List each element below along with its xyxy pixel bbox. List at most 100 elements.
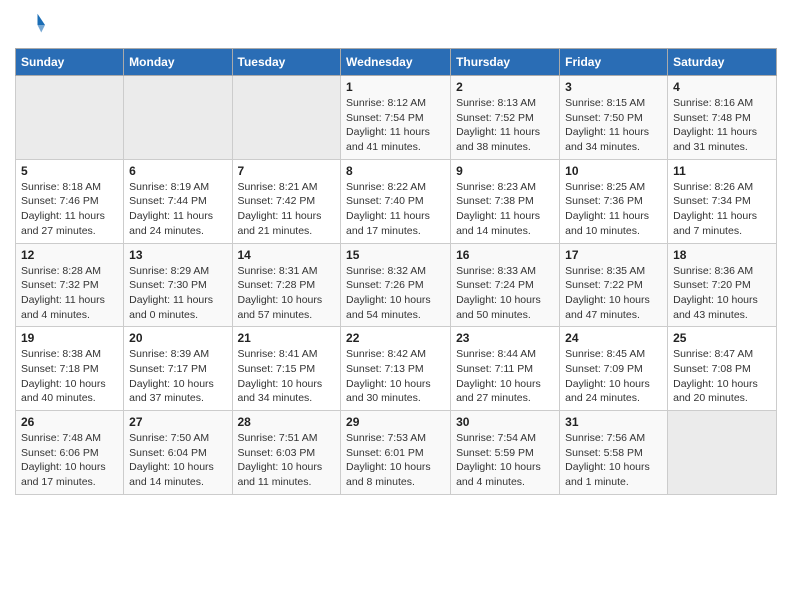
day-number: 10 bbox=[565, 164, 662, 178]
day-info: Sunrise: 7:50 AM Sunset: 6:04 PM Dayligh… bbox=[129, 431, 226, 490]
day-number: 1 bbox=[346, 80, 445, 94]
day-number: 26 bbox=[21, 415, 118, 429]
calendar-cell: 6Sunrise: 8:19 AM Sunset: 7:44 PM Daylig… bbox=[124, 159, 232, 243]
day-number: 21 bbox=[238, 331, 336, 345]
day-info: Sunrise: 8:32 AM Sunset: 7:26 PM Dayligh… bbox=[346, 264, 445, 323]
day-number: 28 bbox=[238, 415, 336, 429]
calendar-cell bbox=[232, 76, 341, 160]
day-of-week-header: Sunday bbox=[16, 49, 124, 76]
day-info: Sunrise: 8:36 AM Sunset: 7:20 PM Dayligh… bbox=[673, 264, 771, 323]
calendar-cell: 28Sunrise: 7:51 AM Sunset: 6:03 PM Dayli… bbox=[232, 411, 341, 495]
logo-icon bbox=[15, 10, 45, 40]
day-number: 11 bbox=[673, 164, 771, 178]
day-number: 8 bbox=[346, 164, 445, 178]
day-number: 2 bbox=[456, 80, 554, 94]
day-info: Sunrise: 8:41 AM Sunset: 7:15 PM Dayligh… bbox=[238, 347, 336, 406]
day-info: Sunrise: 8:18 AM Sunset: 7:46 PM Dayligh… bbox=[21, 180, 118, 239]
day-number: 18 bbox=[673, 248, 771, 262]
day-info: Sunrise: 8:22 AM Sunset: 7:40 PM Dayligh… bbox=[346, 180, 445, 239]
calendar-cell: 18 Sunrise: 8:36 AM Sunset: 7:20 PM Dayli… bbox=[668, 243, 777, 327]
day-info: Sunrise: 8:28 AM Sunset: 7:32 PM Dayligh… bbox=[21, 264, 118, 323]
day-info: Sunrise: 8:19 AM Sunset: 7:44 PM Dayligh… bbox=[129, 180, 226, 239]
day-info: Sunrise: 8:21 AM Sunset: 7:42 PM Dayligh… bbox=[238, 180, 336, 239]
day-of-week-header: Friday bbox=[560, 49, 668, 76]
calendar-cell: 25Sunrise: 8:47 AM Sunset: 7:08 PM Dayli… bbox=[668, 327, 777, 411]
calendar-cell: 3 Sunrise: 8:15 AM Sunset: 7:50 PM Daylig… bbox=[560, 76, 668, 160]
calendar-table: SundayMondayTuesdayWednesdayThursdayFrid… bbox=[15, 48, 777, 495]
day-number: 30 bbox=[456, 415, 554, 429]
calendar-cell: 26 Sunrise: 7:48 AM Sunset: 6:06 PM Dayli… bbox=[16, 411, 124, 495]
day-of-week-header: Tuesday bbox=[232, 49, 341, 76]
logo bbox=[15, 10, 49, 40]
day-number: 17 bbox=[565, 248, 662, 262]
day-number: 13 bbox=[129, 248, 226, 262]
calendar-cell: 12 Sunrise: 8:28 AM Sunset: 7:32 PM Dayli… bbox=[16, 243, 124, 327]
day-of-week-header: Saturday bbox=[668, 49, 777, 76]
day-of-week-header: Wednesday bbox=[341, 49, 451, 76]
day-info: Sunrise: 7:56 AM Sunset: 5:58 PM Dayligh… bbox=[565, 431, 662, 490]
day-number: 12 bbox=[21, 248, 118, 262]
day-info: Sunrise: 7:48 AM Sunset: 6:06 PM Dayligh… bbox=[21, 431, 118, 490]
day-number: 24 bbox=[565, 331, 662, 345]
calendar-cell: 10 Sunrise: 8:25 AM Sunset: 7:36 PM Dayli… bbox=[560, 159, 668, 243]
day-info: Sunrise: 8:39 AM Sunset: 7:17 PM Dayligh… bbox=[129, 347, 226, 406]
calendar-cell: 30 Sunrise: 7:54 AM Sunset: 5:59 PM Dayli… bbox=[451, 411, 560, 495]
calendar-cell: 23 Sunrise: 8:44 AM Sunset: 7:11 PM Dayli… bbox=[451, 327, 560, 411]
calendar-cell bbox=[668, 411, 777, 495]
calendar-week-row: 26 Sunrise: 7:48 AM Sunset: 6:06 PM Dayli… bbox=[16, 411, 777, 495]
day-number: 14 bbox=[238, 248, 336, 262]
day-number: 4 bbox=[673, 80, 771, 94]
calendar-week-row: 19Sunrise: 8:38 AM Sunset: 7:18 PM Dayli… bbox=[16, 327, 777, 411]
day-info: Sunrise: 8:26 AM Sunset: 7:34 PM Dayligh… bbox=[673, 180, 771, 239]
calendar-week-row: 5Sunrise: 8:18 AM Sunset: 7:46 PM Daylig… bbox=[16, 159, 777, 243]
day-info: Sunrise: 8:15 AM Sunset: 7:50 PM Dayligh… bbox=[565, 96, 662, 155]
day-number: 15 bbox=[346, 248, 445, 262]
day-number: 7 bbox=[238, 164, 336, 178]
day-number: 20 bbox=[129, 331, 226, 345]
day-info: Sunrise: 8:31 AM Sunset: 7:28 PM Dayligh… bbox=[238, 264, 336, 323]
calendar-cell: 13 Sunrise: 8:29 AM Sunset: 7:30 PM Dayli… bbox=[124, 243, 232, 327]
calendar-cell: 15 Sunrise: 8:32 AM Sunset: 7:26 PM Dayli… bbox=[341, 243, 451, 327]
day-number: 31 bbox=[565, 415, 662, 429]
calendar-cell: 2 Sunrise: 8:13 AM Sunset: 7:52 PM Daylig… bbox=[451, 76, 560, 160]
calendar-cell: 21 Sunrise: 8:41 AM Sunset: 7:15 PM Dayli… bbox=[232, 327, 341, 411]
calendar-cell bbox=[16, 76, 124, 160]
calendar-cell: 22Sunrise: 8:42 AM Sunset: 7:13 PM Dayli… bbox=[341, 327, 451, 411]
day-number: 23 bbox=[456, 331, 554, 345]
calendar-cell: 11 Sunrise: 8:26 AM Sunset: 7:34 PM Dayli… bbox=[668, 159, 777, 243]
day-number: 29 bbox=[346, 415, 445, 429]
day-info: Sunrise: 8:29 AM Sunset: 7:30 PM Dayligh… bbox=[129, 264, 226, 323]
day-number: 9 bbox=[456, 164, 554, 178]
page-header bbox=[15, 10, 777, 40]
day-info: Sunrise: 8:12 AM Sunset: 7:54 PM Dayligh… bbox=[346, 96, 445, 155]
calendar-cell: 5Sunrise: 8:18 AM Sunset: 7:46 PM Daylig… bbox=[16, 159, 124, 243]
day-info: Sunrise: 8:33 AM Sunset: 7:24 PM Dayligh… bbox=[456, 264, 554, 323]
calendar-cell: 16 Sunrise: 8:33 AM Sunset: 7:24 PM Dayli… bbox=[451, 243, 560, 327]
day-number: 27 bbox=[129, 415, 226, 429]
calendar-cell: 17 Sunrise: 8:35 AM Sunset: 7:22 PM Dayli… bbox=[560, 243, 668, 327]
day-info: Sunrise: 8:35 AM Sunset: 7:22 PM Dayligh… bbox=[565, 264, 662, 323]
calendar-cell: 19Sunrise: 8:38 AM Sunset: 7:18 PM Dayli… bbox=[16, 327, 124, 411]
calendar-cell: 27 Sunrise: 7:50 AM Sunset: 6:04 PM Dayli… bbox=[124, 411, 232, 495]
day-info: Sunrise: 7:53 AM Sunset: 6:01 PM Dayligh… bbox=[346, 431, 445, 490]
calendar-header-row: SundayMondayTuesdayWednesdayThursdayFrid… bbox=[16, 49, 777, 76]
day-info: Sunrise: 8:47 AM Sunset: 7:08 PM Dayligh… bbox=[673, 347, 771, 406]
day-of-week-header: Thursday bbox=[451, 49, 560, 76]
day-number: 3 bbox=[565, 80, 662, 94]
calendar-week-row: 1 Sunrise: 8:12 AM Sunset: 7:54 PM Daylig… bbox=[16, 76, 777, 160]
calendar-cell: 24Sunrise: 8:45 AM Sunset: 7:09 PM Dayli… bbox=[560, 327, 668, 411]
day-info: Sunrise: 8:13 AM Sunset: 7:52 PM Dayligh… bbox=[456, 96, 554, 155]
day-info: Sunrise: 8:23 AM Sunset: 7:38 PM Dayligh… bbox=[456, 180, 554, 239]
day-info: Sunrise: 8:44 AM Sunset: 7:11 PM Dayligh… bbox=[456, 347, 554, 406]
calendar-cell: 14 Sunrise: 8:31 AM Sunset: 7:28 PM Dayli… bbox=[232, 243, 341, 327]
day-of-week-header: Monday bbox=[124, 49, 232, 76]
calendar-cell: 20 Sunrise: 8:39 AM Sunset: 7:17 PM Dayli… bbox=[124, 327, 232, 411]
calendar-cell: 4Sunrise: 8:16 AM Sunset: 7:48 PM Daylig… bbox=[668, 76, 777, 160]
calendar-cell: 31 Sunrise: 7:56 AM Sunset: 5:58 PM Dayli… bbox=[560, 411, 668, 495]
calendar-cell: 1 Sunrise: 8:12 AM Sunset: 7:54 PM Daylig… bbox=[341, 76, 451, 160]
day-info: Sunrise: 7:54 AM Sunset: 5:59 PM Dayligh… bbox=[456, 431, 554, 490]
day-number: 16 bbox=[456, 248, 554, 262]
calendar-cell: 8 Sunrise: 8:22 AM Sunset: 7:40 PM Daylig… bbox=[341, 159, 451, 243]
day-info: Sunrise: 8:25 AM Sunset: 7:36 PM Dayligh… bbox=[565, 180, 662, 239]
day-number: 19 bbox=[21, 331, 118, 345]
